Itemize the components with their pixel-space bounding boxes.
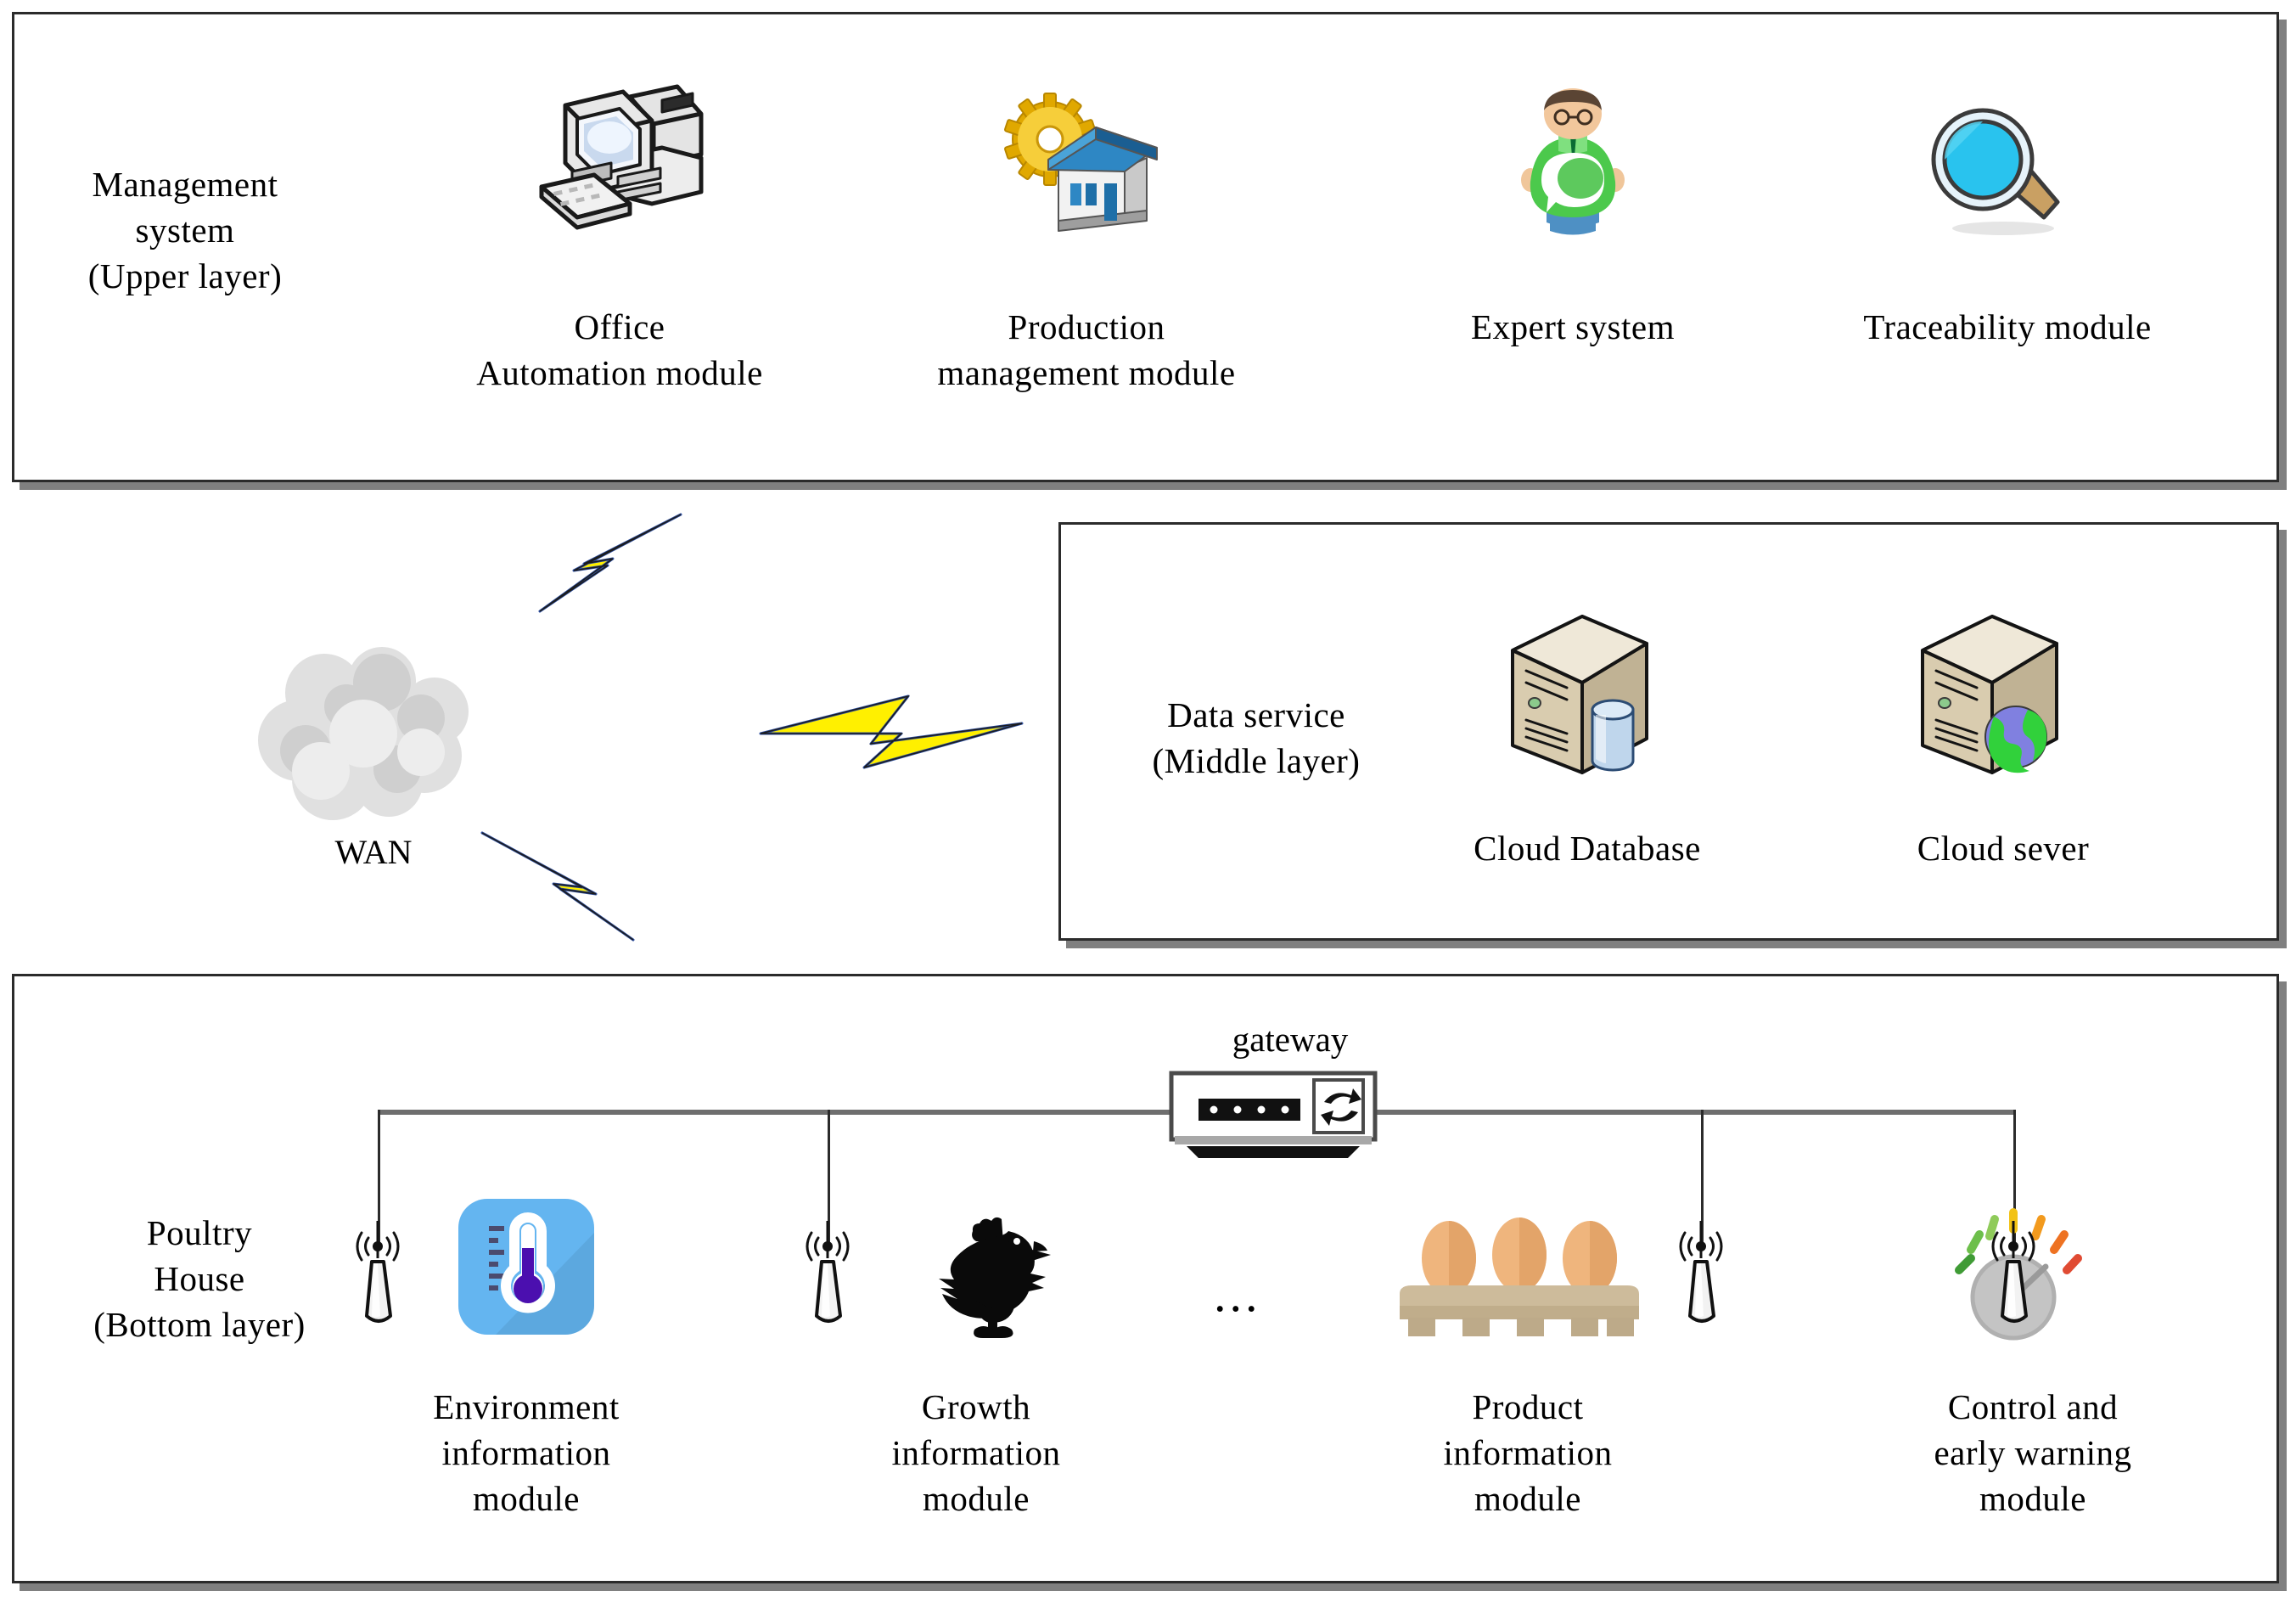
cloud-icon bbox=[255, 645, 492, 828]
antenna-sensor-icon bbox=[1990, 1221, 2038, 1331]
desktop-computer-icon bbox=[535, 76, 713, 238]
antenna-sensor-icon bbox=[1678, 1221, 1726, 1331]
chicken-icon bbox=[907, 1214, 1059, 1346]
environment-information-label: Environment information module bbox=[433, 1387, 620, 1519]
product-information-label: Product information module bbox=[1443, 1387, 1613, 1519]
gear-house-icon bbox=[1003, 93, 1163, 235]
bottom-layer-label: Poultry House (Bottom layer) bbox=[93, 1213, 306, 1345]
server-globe-icon bbox=[1914, 610, 2084, 788]
server-database-icon bbox=[1504, 610, 1674, 788]
traceability-label: Traceability module bbox=[1863, 307, 2152, 346]
upper-layer-label: Management system (Upper layer) bbox=[87, 165, 283, 296]
lightning-bolt-icon bbox=[475, 828, 696, 947]
expert-system-label: Expert system bbox=[1471, 307, 1675, 346]
lightning-bolt-icon bbox=[458, 509, 688, 620]
growth-information-label: Growth information module bbox=[891, 1387, 1061, 1519]
ellipsis-more-modules: ... bbox=[1214, 1267, 1261, 1322]
lightning-bolt-icon bbox=[755, 686, 1027, 779]
control-early-warning-label: Control and early warning module bbox=[1934, 1387, 2132, 1519]
cloud-server-label: Cloud sever bbox=[1917, 829, 2090, 868]
cloud-database-label: Cloud Database bbox=[1474, 829, 1701, 868]
production-management-label: Production management module bbox=[937, 307, 1236, 393]
thermometer-icon bbox=[458, 1199, 594, 1335]
office-automation-label: Office Automation module bbox=[476, 307, 763, 393]
wan-label: WAN bbox=[334, 833, 413, 871]
middle-layer-label: Data service (Middle layer) bbox=[1152, 695, 1361, 781]
expert-person-icon bbox=[1518, 88, 1628, 236]
magnifier-icon bbox=[1925, 107, 2086, 243]
antenna-sensor-icon bbox=[805, 1221, 852, 1331]
egg-carton-icon bbox=[1396, 1206, 1642, 1341]
antenna-sensor-icon bbox=[355, 1221, 402, 1331]
gateway-label: gateway bbox=[1232, 1020, 1349, 1059]
gateway-device-icon bbox=[1166, 1068, 1387, 1161]
upper-layer-panel bbox=[12, 12, 2279, 482]
